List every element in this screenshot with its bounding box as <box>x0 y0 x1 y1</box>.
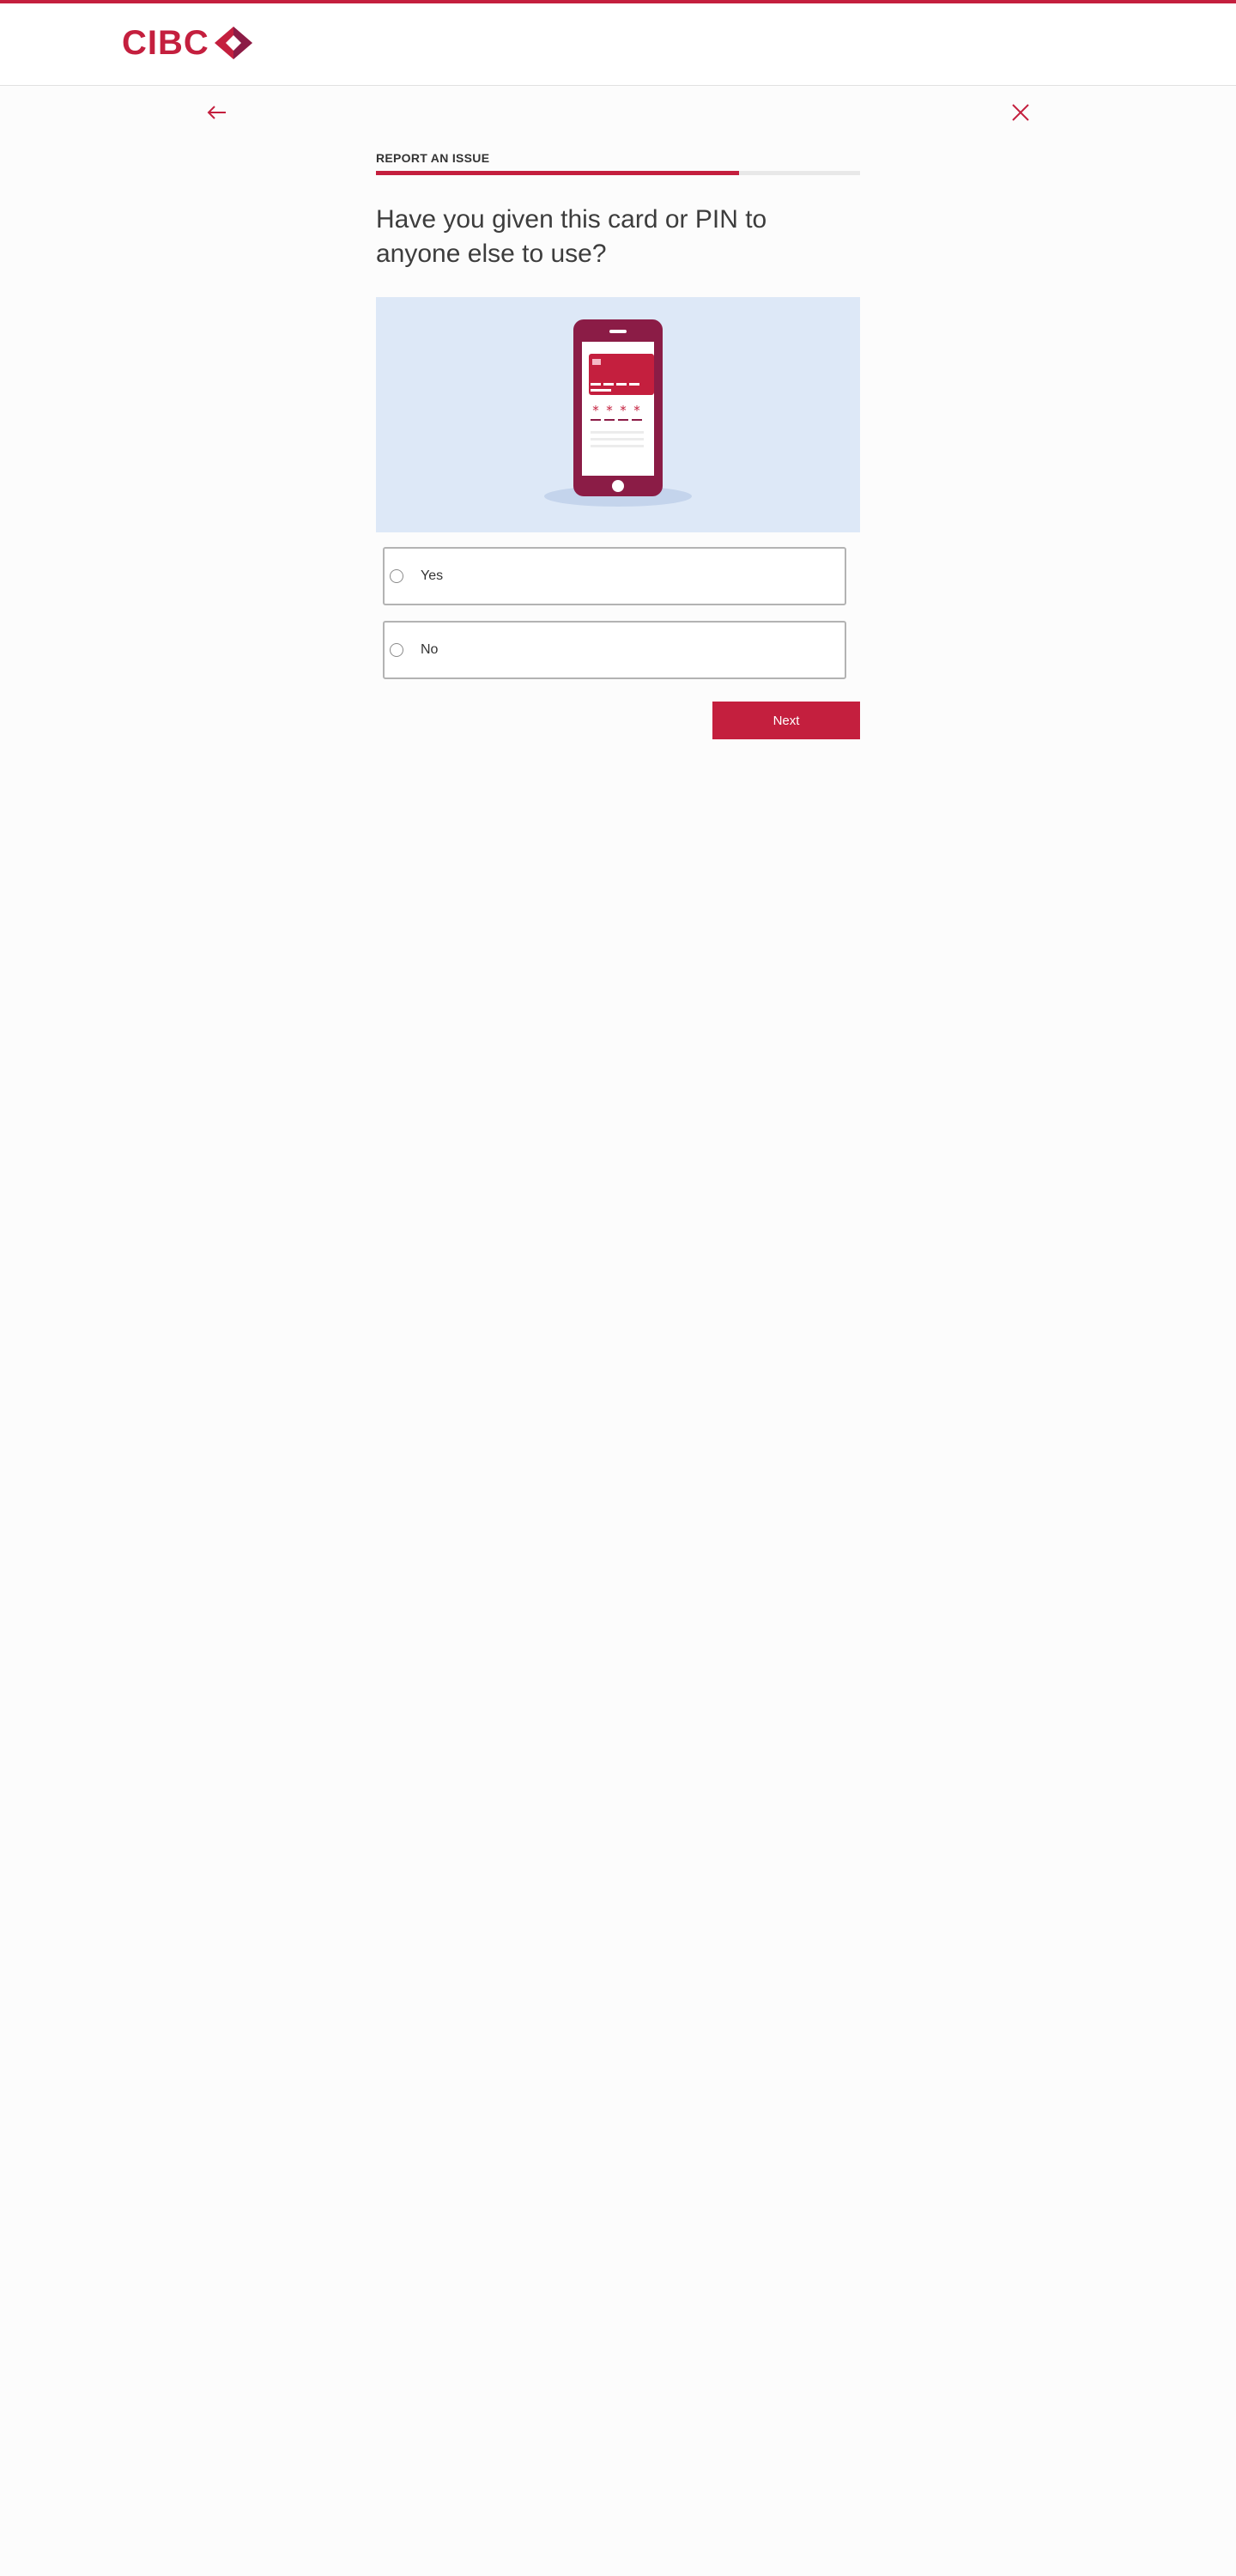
option-yes-label: Yes <box>421 568 444 583</box>
phone-card-pin-illustration: * * * * <box>544 319 692 507</box>
option-no[interactable]: No <box>383 621 846 679</box>
next-button[interactable]: Next <box>712 702 860 739</box>
radio-no[interactable] <box>390 643 403 657</box>
back-button[interactable] <box>204 100 230 125</box>
step-eyebrow: REPORT AN ISSUE <box>376 151 490 165</box>
site-header: CIBC <box>0 3 1236 86</box>
cibc-diamond-logo-icon <box>214 27 252 59</box>
radio-yes[interactable] <box>390 569 403 583</box>
svg-text:*: * <box>606 403 613 418</box>
logo-wordmark: CIBC <box>122 24 209 62</box>
progress-fill <box>376 171 739 175</box>
svg-text:*: * <box>592 403 599 418</box>
cibc-logo[interactable]: CIBC <box>122 22 252 64</box>
close-icon <box>1012 104 1029 121</box>
progress-bar <box>376 171 860 175</box>
question-title: Have you given this card or PIN to anyon… <box>376 205 767 268</box>
illustration-panel: * * * * <box>376 297 860 532</box>
option-yes[interactable]: Yes <box>383 547 846 605</box>
svg-text:*: * <box>633 403 640 418</box>
option-no-label: No <box>421 642 439 657</box>
svg-text:*: * <box>620 403 627 418</box>
close-button[interactable] <box>1008 100 1033 125</box>
arrow-left-icon <box>207 106 226 119</box>
